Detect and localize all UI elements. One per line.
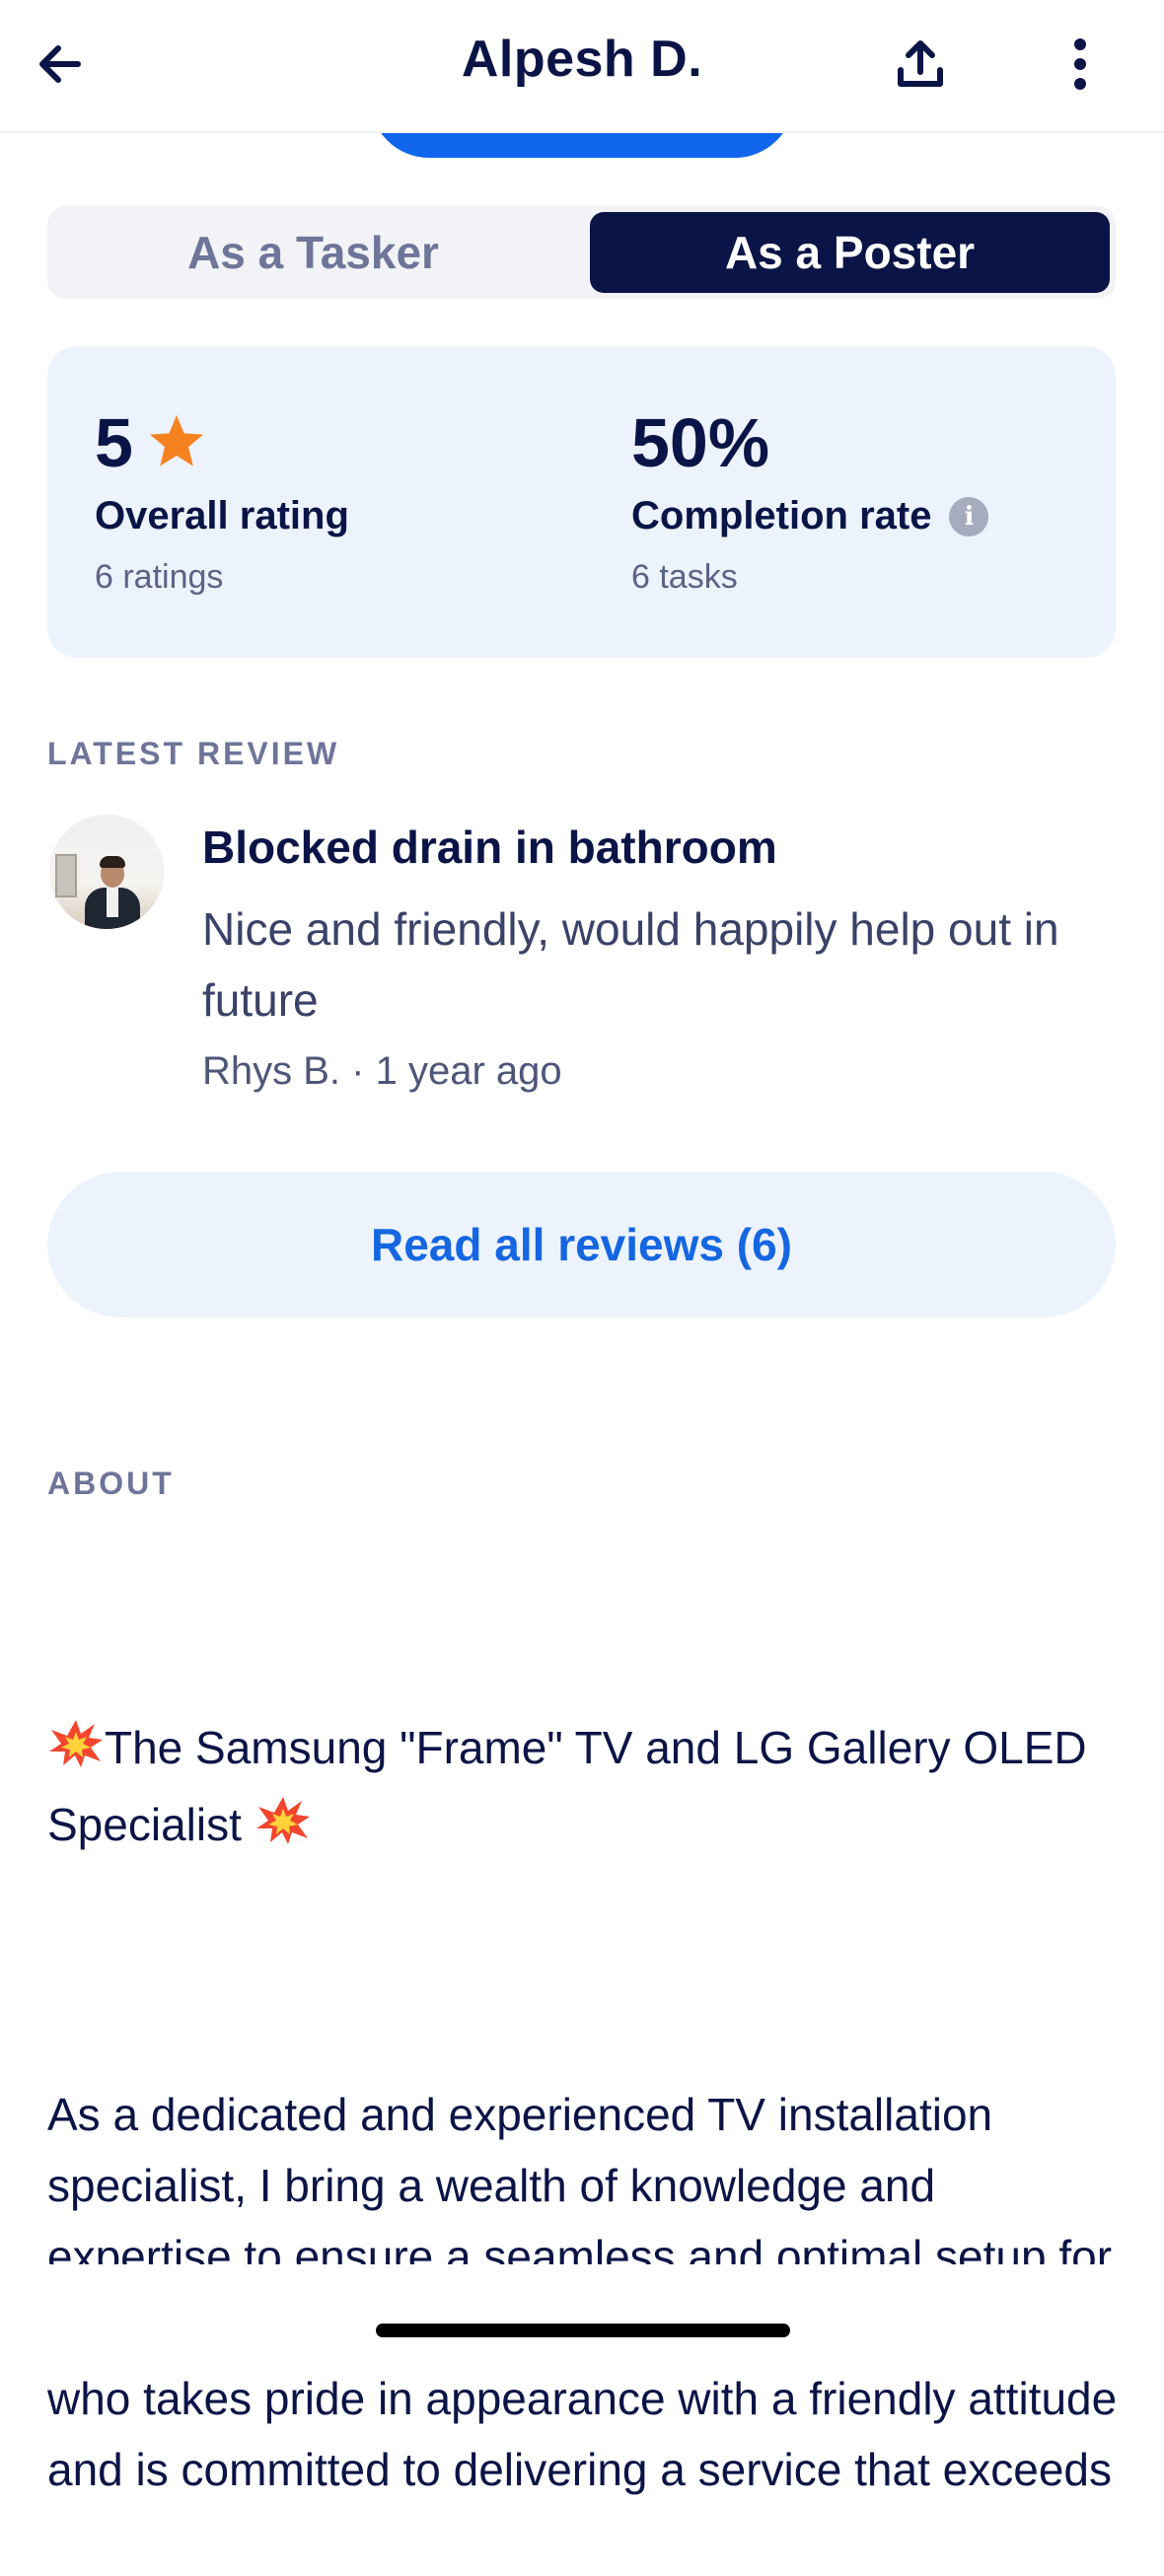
reviewer-name: Rhys B. <box>202 1049 341 1093</box>
role-toggle: As a Tasker As a Poster <box>47 206 1116 299</box>
rating-label: Overall rating <box>95 494 349 537</box>
star-icon <box>147 412 206 474</box>
bottom-safe-area <box>0 2264 1164 2363</box>
about-heading: ABOUT <box>47 1466 175 1501</box>
more-options-button[interactable] <box>1036 20 1125 108</box>
review-task-title[interactable]: Blocked drain in bathroom <box>202 821 777 874</box>
tab-as-tasker[interactable]: As a Tasker <box>53 212 573 293</box>
completion-stat: 50% Completion rate i 6 tasks <box>631 403 989 597</box>
about-headline-text: The Samsung "Frame" TV and LG Gallery OL… <box>47 1722 1100 1850</box>
info-icon[interactable]: i <box>949 496 989 537</box>
collision-emoji-icon <box>47 1718 105 1789</box>
about-headline: The Samsung "Frame" TV and LG Gallery OL… <box>47 1712 1123 1866</box>
reviewer-avatar[interactable] <box>49 815 164 929</box>
rating-stat: 5 Overall rating 6 ratings <box>95 403 349 597</box>
top-bar: Alpesh D. <box>0 0 1164 133</box>
more-vertical-icon <box>1074 38 1086 90</box>
read-all-reviews-button[interactable]: Read all reviews (6) <box>47 1172 1116 1318</box>
share-button[interactable] <box>876 20 965 108</box>
rating-value: 5 <box>95 404 133 481</box>
collision-emoji-icon <box>255 1795 312 1866</box>
home-indicator[interactable] <box>376 2324 790 2337</box>
rating-count: 6 ratings <box>95 558 224 596</box>
about-text: The Samsung "Frame" TV and LG Gallery OL… <box>47 1570 1123 2576</box>
review-text: Nice and friendly, would happily help ou… <box>202 903 1059 1026</box>
completion-task-count: 6 tasks <box>631 558 738 596</box>
stats-card: 5 Overall rating 6 ratings 50% Completio… <box>47 346 1116 658</box>
share-upload-icon <box>898 40 943 87</box>
review-time: 1 year ago <box>375 1049 562 1093</box>
completion-label: Completion rate <box>631 494 932 537</box>
meta-separator: · <box>340 1049 376 1093</box>
completion-value: 50% <box>631 404 770 481</box>
page-title: Alpesh D. <box>461 31 703 88</box>
latest-review-heading: LATEST REVIEW <box>47 736 340 771</box>
tab-as-poster[interactable]: As a Poster <box>590 212 1110 293</box>
review-meta: Rhys B. · 1 year ago <box>202 1049 562 1094</box>
